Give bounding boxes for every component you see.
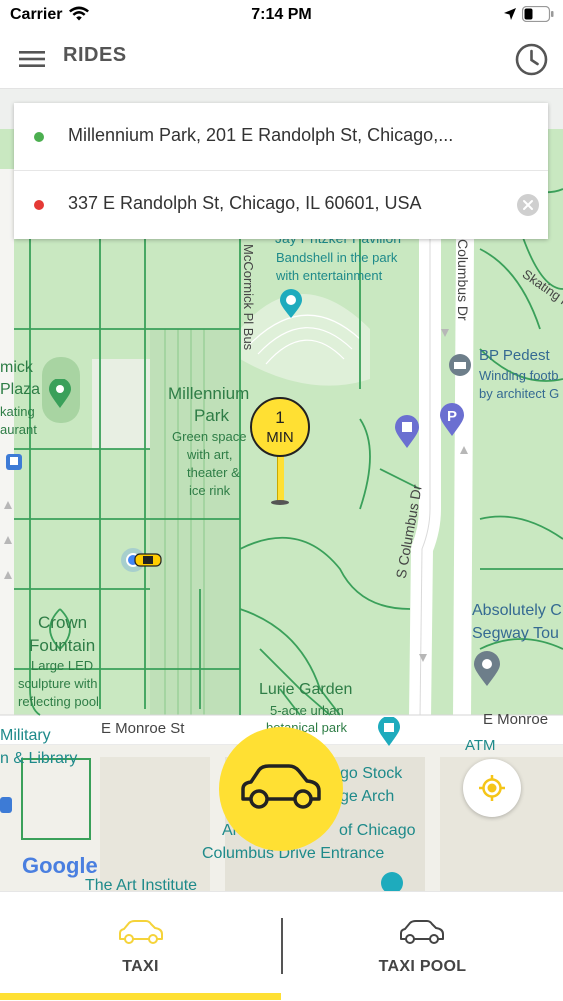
close-icon [523,200,533,210]
active-tab-indicator [0,993,281,1000]
castle-marker-icon [378,717,400,746]
map-label: The Art Institute [85,877,198,891]
request-ride-button[interactable] [219,727,343,851]
map-label: by architect G [479,386,560,401]
hamburger-menu-icon[interactable] [19,50,45,68]
green-place-marker-icon [49,379,71,408]
map-label: Park [194,406,229,425]
tab-taxi[interactable]: TAXI [0,892,281,1001]
google-logo: Google [22,853,98,878]
battery-icon [522,6,554,22]
eta-pin[interactable]: 1 MIN [250,397,310,457]
map-label: Fountain [29,636,96,655]
eta-value: 1 [275,408,285,427]
map-label: Military [0,727,51,744]
parking-marker-icon: P [440,403,464,436]
map-label: ATM [465,737,496,754]
map-label: Millennium [168,384,250,403]
tab-taxi-pool[interactable]: TAXI POOL [282,892,563,1001]
dropoff-dot-icon [34,200,44,210]
car-outline-icon [119,920,163,944]
eta-unit: MIN [266,429,294,446]
map-label: reflecting pool [18,694,99,709]
clear-dropoff-button[interactable] [517,194,539,216]
map-label: ice rink [189,483,231,498]
map-label: go Stock [340,765,403,782]
museum-marker-icon [381,872,403,891]
bus-stop-icon [6,454,22,470]
tab-taxi-pool-label: TAXI POOL [378,958,467,975]
svg-text:P: P [447,408,457,425]
bridge-marker-icon [449,354,471,376]
route-card: Millennium Park, 201 E Randolph St, Chic… [14,103,548,239]
pickup-dot-icon [34,132,44,142]
map-label: BP Pedest [479,347,550,364]
car-icon [241,764,321,809]
my-location-button[interactable] [463,759,521,817]
map-label: Absolutely C [472,602,562,619]
crosshair-icon [479,775,505,801]
map-label: with entertainment [276,268,383,283]
tab-divider [281,918,283,974]
pickup-address[interactable]: Millennium Park, 201 E Randolph St, Chic… [68,125,453,146]
map-label: Green space [172,429,247,444]
pin-shadow [271,500,289,505]
map-label: 5-acre urban [270,703,344,718]
map-label: Crown [38,613,88,632]
map-label: with art, [187,447,233,462]
clock-time: 7:14 PM [251,6,312,23]
status-bar: Carrier 7:14 PM [0,0,563,30]
car-outline-icon [400,920,444,944]
tab-taxi-label: TAXI [122,958,159,975]
dropoff-row[interactable]: 337 E Randolph St, Chicago, IL 60601, US… [14,171,548,238]
map-label: E Monroe St [101,720,185,737]
map-label: Bandshell in the park [276,250,398,265]
map-label: E Monroe [483,711,549,728]
map-label: Plaza [0,381,41,398]
map-label: Winding footb [479,368,559,383]
history-clock-icon[interactable] [515,43,548,76]
map-label: mick [0,359,33,376]
grey-place-marker-icon [474,651,500,686]
map-label: McCormick Pl Bus [241,244,256,351]
theater-marker-icon [280,289,302,318]
map-label: of Chicago [339,822,416,839]
bus-stop-icon-2 [0,797,12,813]
dropoff-address[interactable]: 337 E Randolph St, Chicago, IL 60601, US… [68,193,422,214]
pin-stem [277,455,284,503]
map-label: Segway Tou [472,625,559,642]
taxi-car-icon [134,553,162,567]
map-label: n & Library [0,750,78,767]
location-arrow-icon [504,8,516,20]
map-label: sculpture with [18,676,98,691]
map-label: kating [0,404,35,419]
map-label: ge Arch [340,788,395,805]
app-header: RIDES [0,30,563,89]
map-label: Columbus Dr [455,239,471,321]
map-label: Lurie Garden [259,681,353,698]
pickup-row[interactable]: Millennium Park, 201 E Randolph St, Chic… [14,103,548,171]
monument-marker-icon [395,415,419,448]
page-title: RIDES [63,44,127,66]
map-label: Large LED [31,658,94,673]
map-label: aurant [0,422,37,437]
map-label: theater & [187,465,240,480]
